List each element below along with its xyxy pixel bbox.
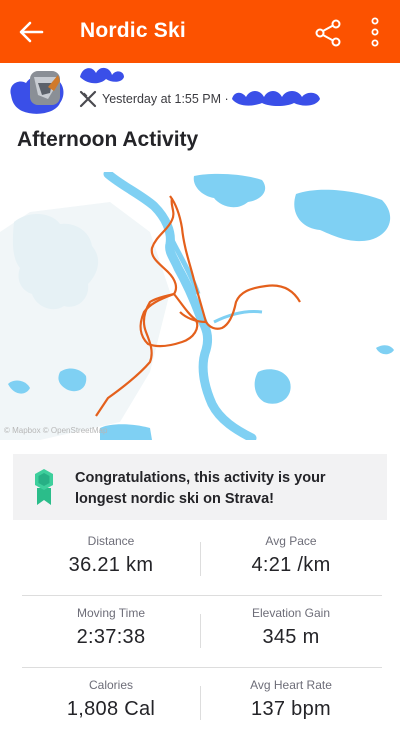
stat-label: Distance <box>87 534 135 548</box>
achievement-banner[interactable]: Congratulations, this activity is your l… <box>13 454 387 520</box>
stats-row: Distance 36.21 km Avg Pace 4:21 /km <box>22 528 382 600</box>
stat-value: 36.21 km <box>68 554 154 576</box>
stat-elevation-gain: Elevation Gain 345 m <box>202 606 380 649</box>
stat-label: Avg Pace <box>265 534 317 548</box>
activity-title: Afternoon Activity <box>17 128 199 151</box>
stats-row: Moving Time 2:37:38 Elevation Gain 345 m <box>22 600 382 672</box>
divider <box>22 595 382 596</box>
route-map[interactable] <box>0 172 400 440</box>
redacted-name <box>80 67 124 84</box>
achievement-message: Congratulations, this activity is your l… <box>75 470 326 507</box>
page-title: Nordic Ski <box>80 19 186 42</box>
stat-value: 2:37:38 <box>76 626 146 648</box>
achievement-badge-icon <box>35 469 53 505</box>
stat-distance: Distance 36.21 km <box>22 534 200 577</box>
arrow-left-icon[interactable] <box>16 18 46 46</box>
stat-avg-pace: Avg Pace 4:21 /km <box>202 534 380 577</box>
divider <box>200 542 201 576</box>
redacted-location <box>232 91 320 106</box>
nordic-ski-icon <box>79 90 97 108</box>
app-bar: Nordic Ski <box>0 0 400 63</box>
stat-avg-heart-rate: Avg Heart Rate 137 bpm <box>202 678 380 721</box>
stats-row: Calories 1,808 Cal Avg Heart Rate 137 bp… <box>22 672 382 737</box>
stat-value: 1,808 Cal <box>66 698 156 720</box>
athlete-header: Yesterday at 1:55 PM · <box>0 63 400 125</box>
stat-calories: Calories 1,808 Cal <box>22 678 200 721</box>
divider <box>22 667 382 668</box>
share-icon[interactable] <box>313 18 343 48</box>
divider <box>200 614 201 648</box>
activity-timestamp: Yesterday at 1:55 PM · <box>102 92 229 106</box>
stat-label: Elevation Gain <box>251 606 331 620</box>
stat-value: 4:21 /km <box>251 554 331 576</box>
stat-label: Moving Time <box>76 606 146 620</box>
stat-label: Calories <box>88 678 133 692</box>
divider <box>200 686 201 720</box>
stat-value: 137 bpm <box>251 698 331 720</box>
more-vertical-icon[interactable] <box>365 16 385 48</box>
stat-moving-time: Moving Time 2:37:38 <box>22 606 200 649</box>
stat-value: 345 m <box>262 626 320 648</box>
route-map-canvas <box>0 172 400 440</box>
avatar[interactable] <box>8 65 68 117</box>
stat-label: Avg Heart Rate <box>250 678 332 692</box>
map-attribution: © Mapbox © OpenStreetMap <box>4 426 108 435</box>
